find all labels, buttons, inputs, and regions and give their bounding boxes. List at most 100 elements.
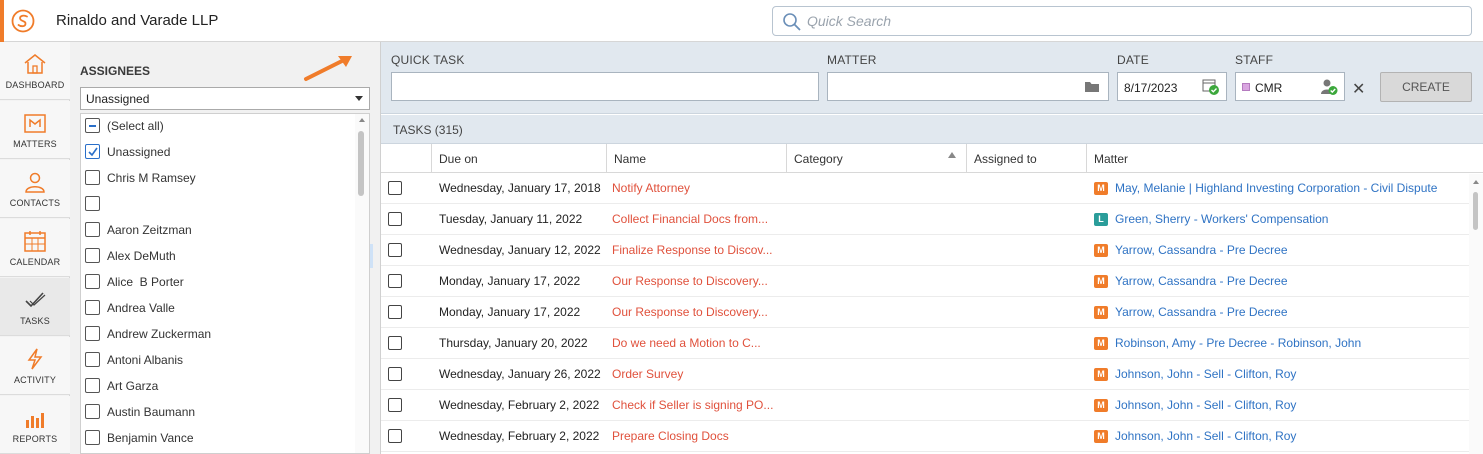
table-row[interactable]: Wednesday, January 26, 2022 Order Survey… <box>381 359 1471 390</box>
column-header-category[interactable]: Category <box>786 144 966 173</box>
matter-link[interactable]: Robinson, Amy - Pre Decree - Robinson, J… <box>1115 336 1467 350</box>
row-checkbox[interactable] <box>388 367 402 381</box>
checkbox[interactable] <box>85 196 100 211</box>
matter-link[interactable]: Johnson, John - Sell - Clifton, Roy <box>1115 367 1467 381</box>
matter-link[interactable]: Johnson, John - Sell - Clifton, Roy <box>1115 398 1467 412</box>
quick-search-input[interactable] <box>807 12 1457 30</box>
table-row[interactable]: Monday, January 17, 2022 Our Response to… <box>381 297 1471 328</box>
column-header-matter[interactable]: Matter <box>1086 144 1483 173</box>
grid-scrollbar[interactable] <box>1469 174 1483 454</box>
clear-staff-button[interactable]: ✕ <box>1352 79 1365 99</box>
checkbox[interactable] <box>85 300 100 315</box>
table-row[interactable]: Tuesday, January 11, 2022 Collect Financ… <box>381 204 1471 235</box>
user-check-icon[interactable] <box>1320 78 1338 96</box>
table-row[interactable]: Wednesday, January 12, 2022 Finalize Res… <box>381 235 1471 266</box>
task-name-link[interactable]: Order Survey <box>612 367 784 381</box>
nav-activity[interactable]: ACTIVITY <box>0 337 70 395</box>
assignee-item[interactable]: Alice B Porter <box>81 270 351 296</box>
task-name-link[interactable]: Do we need a Motion to C... <box>612 336 784 350</box>
table-row[interactable]: Wednesday, February 2, 2022 Prepare Clos… <box>381 421 1471 452</box>
assignees-scrollbar[interactable] <box>355 114 369 453</box>
row-checkbox[interactable] <box>388 398 402 412</box>
nav-dashboard[interactable]: DASHBOARD <box>0 42 70 100</box>
checkbox[interactable] <box>85 170 100 185</box>
assignee-item[interactable]: Austin Baumann <box>81 400 351 426</box>
assignee-item[interactable]: Aaron Zeitzman <box>81 218 351 244</box>
table-row[interactable]: Wednesday, February 2, 2022 Check if Sel… <box>381 390 1471 421</box>
matter-link[interactable]: Johnson, John - Sell - Clifton, Roy <box>1115 429 1467 443</box>
task-name-link[interactable]: Our Response to Discovery... <box>612 305 784 319</box>
table-row[interactable]: Monday, January 17, 2022 Our Response to… <box>381 266 1471 297</box>
column-header-assigned[interactable]: Assigned to <box>966 144 1086 173</box>
checkbox[interactable] <box>85 326 100 341</box>
checkbox[interactable] <box>85 248 100 263</box>
matter-link[interactable]: Yarrow, Cassandra - Pre Decree <box>1115 274 1467 288</box>
assignee-item[interactable]: Unassigned <box>81 140 351 166</box>
assignee-item[interactable]: Antoni Albanis <box>81 348 351 374</box>
row-checkbox[interactable] <box>388 212 402 226</box>
due-date: Monday, January 17, 2022 <box>439 274 581 288</box>
checkbox[interactable] <box>85 430 100 445</box>
quick-search[interactable] <box>772 6 1472 36</box>
quick-task-input[interactable] <box>391 72 819 101</box>
assignee-item[interactable]: Chris M Ramsey <box>81 166 351 192</box>
date-input[interactable]: 8/17/2023 <box>1117 72 1227 101</box>
column-header-name[interactable]: Name <box>606 144 786 173</box>
column-header-due[interactable]: Due on <box>431 144 606 173</box>
staff-input[interactable]: CMR <box>1235 72 1345 101</box>
matter-type-letter: L <box>1098 214 1104 224</box>
assignee-label: Andrew Zuckerman <box>107 327 212 341</box>
checkbox[interactable] <box>85 352 100 367</box>
row-checkbox[interactable] <box>388 181 402 195</box>
scroll-up-icon[interactable] <box>359 118 365 122</box>
row-checkbox[interactable] <box>388 305 402 319</box>
assignee-item[interactable]: (Select all) <box>81 114 351 140</box>
checkbox-partial[interactable] <box>85 118 100 133</box>
matter-link[interactable]: Yarrow, Cassandra - Pre Decree <box>1115 243 1467 257</box>
folder-icon[interactable] <box>1084 80 1100 93</box>
table-row[interactable]: Wednesday, January 17, 2018 Notify Attor… <box>381 173 1471 204</box>
task-name-link[interactable]: Our Response to Discovery... <box>612 274 784 288</box>
nav-matters[interactable]: MATTERS <box>0 101 70 159</box>
nav-tasks[interactable]: TASKS <box>0 278 70 336</box>
assignee-item[interactable]: Alex DeMuth <box>81 244 351 270</box>
scroll-thumb[interactable] <box>358 131 364 196</box>
task-name-link[interactable]: Prepare Closing Docs <box>612 429 784 443</box>
matter-type-icon: M <box>1094 399 1108 412</box>
assignee-item[interactable]: Andrea Valle <box>81 296 351 322</box>
row-checkbox[interactable] <box>388 336 402 350</box>
matter-link[interactable]: Yarrow, Cassandra - Pre Decree <box>1115 305 1467 319</box>
table-row[interactable]: Thursday, January 20, 2022 Do we need a … <box>381 328 1471 359</box>
nav-reports[interactable]: REPORTS <box>0 396 70 454</box>
assignee-item[interactable]: Art Garza <box>81 374 351 400</box>
row-checkbox[interactable] <box>388 429 402 443</box>
checkbox[interactable] <box>85 222 100 237</box>
matter-link[interactable]: Green, Sherry - Workers' Compensation <box>1115 212 1467 226</box>
checkbox-checked[interactable] <box>85 144 100 159</box>
panel-splitter[interactable] <box>370 244 373 268</box>
column-header-assigned-label: Assigned to <box>974 152 1037 166</box>
create-button[interactable]: CREATE <box>1380 72 1472 102</box>
checkbox[interactable] <box>85 404 100 419</box>
checkbox[interactable] <box>85 378 100 393</box>
firm-name: Rinaldo and Varade LLP <box>56 12 219 29</box>
assignees-filter-dropdown[interactable]: Unassigned <box>80 87 370 110</box>
calendar-check-icon[interactable] <box>1202 78 1220 96</box>
task-name-link[interactable]: Check if Seller is signing PO... <box>612 398 784 412</box>
task-name-link[interactable]: Finalize Response to Discov... <box>612 243 784 257</box>
nav-calendar[interactable]: CALENDAR <box>0 219 70 277</box>
task-name-link[interactable]: Collect Financial Docs from... <box>612 212 784 226</box>
assignee-item[interactable] <box>81 192 351 218</box>
assignee-item[interactable]: Benjamin Vance <box>81 426 351 452</box>
row-checkbox[interactable] <box>388 243 402 257</box>
scroll-up-icon[interactable] <box>1473 180 1479 184</box>
task-name-link[interactable]: Notify Attorney <box>612 181 784 195</box>
checkbox[interactable] <box>85 274 100 289</box>
nav-contacts[interactable]: CONTACTS <box>0 160 70 218</box>
scroll-thumb[interactable] <box>1473 192 1478 230</box>
rinaldo-logo[interactable] <box>11 9 35 33</box>
row-checkbox[interactable] <box>388 274 402 288</box>
assignee-item[interactable]: Andrew Zuckerman <box>81 322 351 348</box>
matter-link[interactable]: May, Melanie | Highland Investing Corpor… <box>1115 181 1467 195</box>
matter-input[interactable] <box>827 72 1109 101</box>
